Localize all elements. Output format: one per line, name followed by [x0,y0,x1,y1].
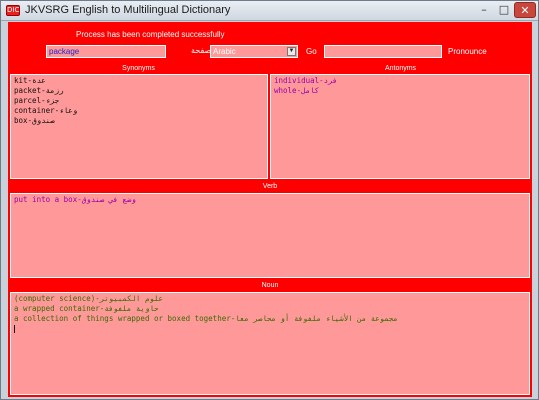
app-logo-icon: DIC [6,5,20,16]
language-select-value: Arabic [213,47,236,56]
list-item: packet-رزمة [14,86,64,95]
translation-field[interactable] [324,45,442,58]
app-window: DIC JKVSRG English to Multilingual Dicti… [0,0,539,400]
list-item: container-وعاء [14,106,78,115]
antonyms-header: Antonyms [384,65,417,72]
maximize-button[interactable]: □ [494,2,514,18]
verb-header: Verb [262,183,278,190]
close-button[interactable]: ✕ [514,2,536,18]
text-caret [14,324,526,334]
pronounce-button[interactable]: Pronounce [448,45,490,58]
list-item: (computer science)-علوم الكمبيوتر [14,294,164,303]
list-item: kit-عدة [14,76,46,85]
list-item: a collection of things wrapped or boxed … [14,314,398,323]
synonyms-header: Synonyms [122,65,155,72]
list-item: put into a box-وضع في صندوق [14,195,136,204]
status-message: Process has been completed successfully [76,30,225,39]
noun-list[interactable]: (computer science)-علوم الكمبيوتر a wrap… [10,292,530,395]
go-button[interactable]: Go [306,45,320,58]
antonyms-list[interactable]: individual-فرد whole-كامل [270,74,530,179]
language-label: صفحة [191,46,212,55]
list-item: parcel-جزء [14,96,60,105]
chevron-down-icon[interactable]: ▼ [287,47,296,56]
list-item: whole-كامل [274,86,320,95]
list-item: individual-فرد [274,76,338,85]
list-item: box-صندوق [14,116,55,125]
search-input[interactable]: package [46,45,166,58]
minimize-button[interactable]: – [474,2,494,18]
title-bar[interactable]: DIC JKVSRG English to Multilingual Dicti… [1,1,538,21]
dictionary-panel: Process has been completed successfully … [8,22,532,397]
synonyms-list[interactable]: kit-عدة packet-رزمة parcel-جزء container… [10,74,268,179]
noun-header: Noun [261,282,279,289]
window-title: JKVSRG English to Multilingual Dictionar… [25,4,231,16]
verb-list[interactable]: put into a box-وضع في صندوق [10,193,530,278]
list-item: a wrapped container-حاوية ملفوفة [14,304,159,313]
language-select[interactable]: Arabic ▼ [210,45,298,58]
